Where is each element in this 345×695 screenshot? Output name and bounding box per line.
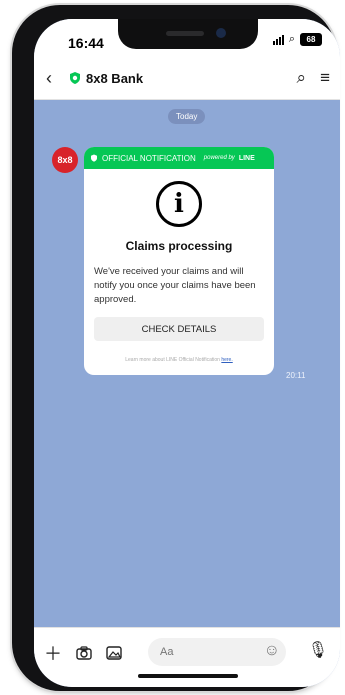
chat-title: 8x8 Bank [86, 71, 144, 86]
learn-more-text: Learn more about LINE Official Notificat… [125, 357, 220, 363]
learn-more: Learn more about LINE Official Notificat… [84, 357, 274, 363]
speaker [166, 31, 204, 36]
image-icon[interactable] [106, 646, 122, 660]
card-header: OFFICIAL NOTIFICATION powered by LINE [84, 147, 274, 169]
screen: 16:44 ⌕ 68 ‹ 8x8 Bank ⌕ ≡ Today 8x8 OFFI… [34, 19, 340, 687]
signal-icon [272, 34, 284, 45]
composer-bar: ＋ ☺ 🎙 [34, 627, 340, 687]
check-details-button[interactable]: CHECK DETAILS [94, 317, 264, 341]
card-body: We've received your claims and will noti… [94, 266, 256, 305]
shield-icon [70, 72, 80, 84]
wifi-icon: ⌕ [288, 33, 295, 45]
chat-header: ‹ 8x8 Bank ⌕ ≡ [34, 59, 340, 100]
powered-by: powered by [203, 155, 235, 161]
status-icons: ⌕ 68 [272, 33, 322, 46]
notch [118, 19, 258, 49]
line-brand: LINE [238, 154, 255, 162]
shield-small-icon [91, 154, 97, 162]
battery-icon: 68 [300, 33, 322, 46]
avatar[interactable]: 8x8 [52, 147, 78, 173]
message-input-wrapper: ☺ [148, 638, 286, 666]
emoji-icon[interactable]: ☺ [264, 642, 280, 660]
plus-icon[interactable]: ＋ [44, 640, 62, 666]
camera-icon [216, 28, 226, 38]
microphone-icon[interactable]: 🎙 [308, 640, 328, 660]
menu-icon[interactable]: ≡ [320, 68, 330, 88]
camera-icon[interactable] [76, 646, 92, 660]
card-header-title: OFFICIAL NOTIFICATION [102, 153, 196, 163]
composer-actions: ＋ [44, 640, 122, 666]
status-time: 16:44 [68, 35, 104, 51]
info-icon: i [156, 181, 202, 227]
home-indicator [138, 674, 238, 678]
header-actions: ⌕ ≡ [297, 68, 330, 88]
date-pill: Today [168, 109, 206, 124]
notification-card: OFFICIAL NOTIFICATION powered by LINE i … [84, 147, 274, 375]
chevron-left-icon[interactable]: ‹ [46, 68, 52, 89]
card-heading: Claims processing [125, 239, 233, 253]
phone-frame: 16:44 ⌕ 68 ‹ 8x8 Bank ⌕ ≡ Today 8x8 OFFI… [12, 5, 340, 691]
learn-more-link[interactable]: here. [221, 357, 232, 363]
message-time: 20:11 [286, 371, 306, 380]
search-icon[interactable]: ⌕ [297, 68, 307, 88]
